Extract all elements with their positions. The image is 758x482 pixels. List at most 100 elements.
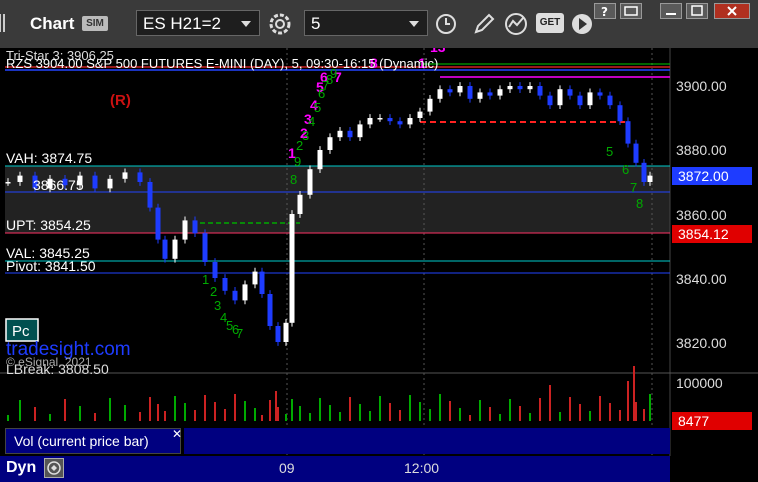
upt-price-value: 3854.12 bbox=[678, 226, 729, 242]
volume-bar bbox=[539, 398, 541, 421]
candle-body bbox=[517, 86, 523, 90]
volume-bar bbox=[579, 404, 581, 421]
volume-study-label[interactable]: Vol (current price bar) bbox=[5, 428, 181, 454]
candle-body bbox=[289, 214, 295, 323]
candle-body bbox=[607, 95, 613, 106]
sim-badge: SIM bbox=[82, 16, 108, 31]
volume-bar bbox=[633, 366, 635, 421]
pencil-icon[interactable] bbox=[472, 12, 496, 36]
get-data-button[interactable]: GET bbox=[536, 13, 564, 33]
chart-toolbar: Chart SIM ES H21=2 5 GET ? bbox=[0, 0, 758, 49]
candle-body bbox=[137, 172, 143, 182]
minimize-button[interactable] bbox=[660, 3, 682, 19]
volume-bar bbox=[244, 401, 246, 421]
volume-bar bbox=[285, 414, 287, 421]
candle-body bbox=[242, 284, 248, 301]
candle-body bbox=[212, 262, 218, 278]
green-count-label: 8 bbox=[636, 196, 643, 211]
candle-body bbox=[202, 233, 208, 262]
get-label: GET bbox=[539, 17, 561, 28]
chart-header-title: RZS 3904.00 S&P 500 FUTURES E-MINI (DAY)… bbox=[6, 56, 438, 71]
pivot-label: Pivot: 3841.50 bbox=[6, 258, 96, 274]
volume-bar bbox=[64, 399, 66, 421]
volume-bar bbox=[174, 396, 176, 421]
price-chart[interactable]: 12345678113123456789234567895678 Tri-Sta… bbox=[0, 48, 758, 456]
candle-body bbox=[641, 162, 647, 182]
candle-body bbox=[427, 98, 433, 112]
indicator-icon[interactable] bbox=[504, 12, 528, 36]
candle-body bbox=[155, 207, 161, 240]
candle-body bbox=[577, 95, 583, 106]
candle-body bbox=[407, 118, 413, 125]
symbol-selector[interactable]: ES H21=2 bbox=[136, 10, 260, 36]
x-label-09: 09 bbox=[279, 460, 295, 476]
volume-bar bbox=[309, 413, 311, 421]
y-tick-3820: 3820.00 bbox=[676, 335, 727, 351]
candle-body bbox=[283, 322, 289, 342]
volume-current-value: 8477 bbox=[678, 413, 709, 429]
green-count-label: 8 bbox=[290, 172, 297, 187]
green-count-label: 6 bbox=[622, 162, 629, 177]
candle-body bbox=[232, 290, 238, 301]
volume-bar bbox=[559, 412, 561, 421]
volume-bar bbox=[369, 411, 371, 421]
volume-bar bbox=[509, 399, 511, 421]
volume-bar bbox=[499, 414, 501, 421]
volume-bar bbox=[619, 410, 621, 421]
candle-body bbox=[557, 89, 563, 106]
candle-body bbox=[497, 89, 503, 96]
candle-body bbox=[625, 121, 631, 144]
pc-label: Pc bbox=[12, 323, 30, 340]
maximize-button[interactable] bbox=[686, 3, 708, 19]
clock-icon[interactable] bbox=[434, 12, 458, 36]
green-count-label: 5 bbox=[606, 144, 613, 159]
volume-bar bbox=[204, 395, 206, 421]
volume-bar bbox=[49, 414, 51, 421]
candle-body bbox=[107, 178, 113, 189]
candle-body bbox=[597, 92, 603, 96]
volume-bar bbox=[419, 402, 421, 421]
copyright-text: © eSignal, 2021 bbox=[6, 355, 92, 369]
chevron-down-icon bbox=[241, 21, 251, 27]
candle-body bbox=[447, 89, 453, 93]
volume-bar bbox=[329, 405, 331, 421]
candle-body bbox=[122, 172, 128, 179]
link-button[interactable] bbox=[620, 3, 642, 19]
volume-bar bbox=[479, 400, 481, 421]
candle-body bbox=[327, 137, 333, 150]
volume-bar bbox=[643, 409, 645, 421]
green-count-label: 9 bbox=[294, 154, 301, 169]
volume-bar bbox=[489, 407, 491, 421]
help-button[interactable]: ? bbox=[594, 3, 616, 19]
volume-bar bbox=[549, 385, 551, 421]
settings-gear-icon[interactable] bbox=[268, 12, 292, 36]
volume-bar bbox=[139, 412, 141, 421]
interval-selector[interactable]: 5 bbox=[304, 10, 428, 36]
candle-body bbox=[147, 182, 153, 208]
close-button[interactable] bbox=[714, 3, 750, 19]
volume-bar bbox=[254, 408, 256, 421]
candle-body bbox=[647, 175, 653, 182]
r-marker: (R) bbox=[110, 92, 131, 109]
candle-body bbox=[387, 118, 393, 122]
volume-bar bbox=[635, 402, 637, 421]
candle-body bbox=[267, 294, 273, 326]
volume-bar bbox=[469, 415, 471, 421]
candle-body bbox=[172, 239, 178, 259]
volume-bar bbox=[389, 403, 391, 421]
candle-body bbox=[347, 130, 353, 138]
close-icon[interactable]: ✕ bbox=[172, 427, 182, 441]
candle-body bbox=[467, 86, 473, 99]
volume-bar bbox=[234, 394, 236, 421]
volume-bar bbox=[319, 398, 321, 421]
volume-bar bbox=[449, 401, 451, 421]
candle-body bbox=[252, 271, 258, 285]
green-count-label: 7 bbox=[630, 180, 637, 195]
volume-bar bbox=[34, 407, 36, 421]
volume-bar bbox=[519, 406, 521, 421]
play-icon[interactable] bbox=[570, 12, 594, 36]
candle-body bbox=[537, 86, 543, 96]
candle-body bbox=[5, 182, 11, 184]
dynamic-toggle-icon[interactable] bbox=[44, 458, 64, 478]
volume-bar bbox=[529, 413, 531, 421]
